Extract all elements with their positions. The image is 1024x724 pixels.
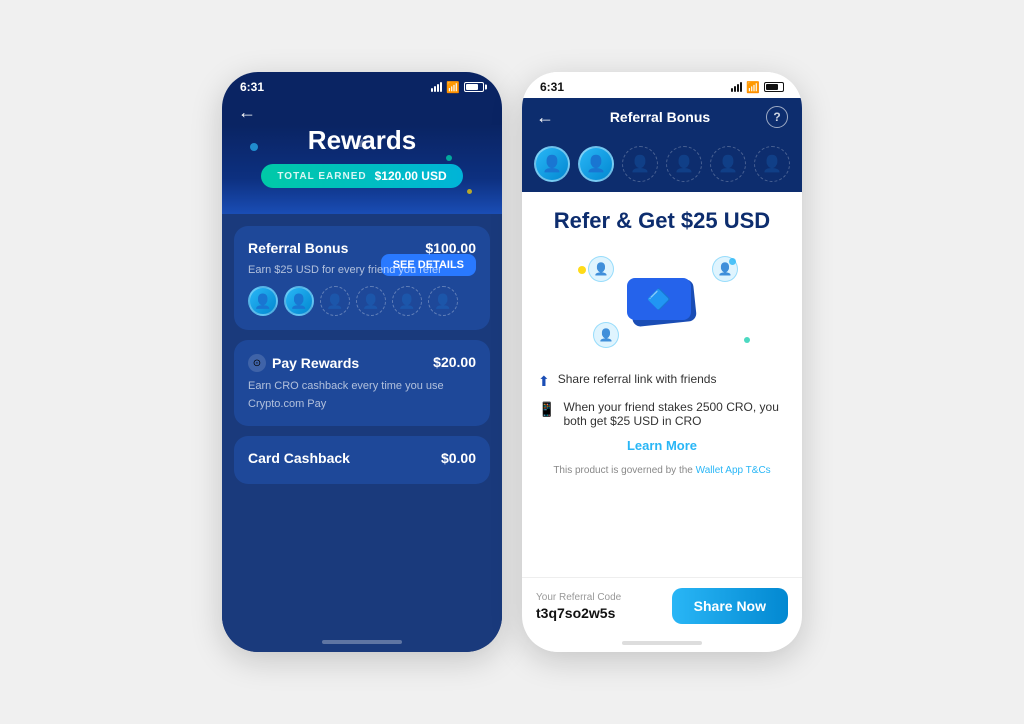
refer-title: Refer & Get $25 USD <box>538 208 786 234</box>
cashback-card-title: Card Cashback <box>248 450 350 466</box>
right-back-button[interactable]: ← <box>536 107 554 128</box>
pay-card-header: ⊙ Pay Rewards $20.00 <box>248 354 476 372</box>
share-link-icon: ⬆ <box>538 373 550 390</box>
left-phone: 6:31 📶 ← <box>222 72 502 652</box>
right-status-time: 6:31 <box>540 80 564 94</box>
left-status-bar: 6:31 📶 <box>222 72 502 98</box>
right-content: Refer & Get $25 USD 👤 👤 👤 🔷 <box>522 192 802 577</box>
info-item-stake-text: When your friend stakes 2500 CRO, you bo… <box>563 400 786 428</box>
card-front: 🔷 <box>627 278 691 320</box>
strip-avatar-active: 👤 <box>578 146 614 182</box>
strip-avatar-inactive: 👤 <box>666 146 702 182</box>
referral-code-section: Your Referral Code t3q7so2w5s <box>536 592 621 621</box>
left-status-time: 6:31 <box>240 80 264 94</box>
right-status-icons: 📶 <box>731 81 784 94</box>
share-now-button[interactable]: Share Now <box>672 588 788 624</box>
right-nav-title: Referral Bonus <box>610 109 710 125</box>
avatar-active: 👤 <box>248 286 278 316</box>
referral-card-desc: Earn $25 USD for every friend you refer <box>248 264 442 276</box>
decorative-triangle <box>356 139 368 147</box>
right-wifi-icon: 📶 <box>746 81 760 94</box>
total-earned-value: $120.00 USD <box>375 169 447 183</box>
right-bottom-bar: Your Referral Code t3q7so2w5s Share Now <box>522 577 802 634</box>
right-home-bar <box>622 641 702 645</box>
referral-card-amount: $100.00 <box>425 240 476 256</box>
float-user-icon: 👤 <box>593 322 619 348</box>
avatar-inactive: 👤 <box>320 286 350 316</box>
strip-avatar-inactive: 👤 <box>754 146 790 182</box>
screenshot-container: 6:31 📶 ← <box>0 0 1024 724</box>
referral-code-label: Your Referral Code <box>536 592 621 603</box>
rewards-cards: Referral Bonus $100.00 Earn $25 USD for … <box>222 214 502 632</box>
right-signal-icon <box>731 82 742 92</box>
pay-icon: ⊙ <box>248 354 266 372</box>
card-stack: 🔷 <box>627 278 697 328</box>
terms-text: This product is governed by the Wallet A… <box>538 465 786 476</box>
card-cashback-card[interactable]: Card Cashback $0.00 <box>234 436 490 484</box>
wifi-icon: 📶 <box>446 81 460 94</box>
signal-icon <box>431 82 442 92</box>
right-status-bar: 6:31 📶 <box>522 72 802 98</box>
pay-card-desc: Earn CRO cashback every time you use Cry… <box>248 380 444 410</box>
left-status-icons: 📶 <box>431 81 484 94</box>
strip-avatar-active: 👤 <box>534 146 570 182</box>
decorative-dot <box>467 189 472 194</box>
left-home-indicator <box>222 632 502 652</box>
avatar-inactive: 👤 <box>428 286 458 316</box>
pay-rewards-title: ⊙ Pay Rewards <box>248 354 359 372</box>
cashback-card-header: Card Cashback $0.00 <box>248 450 476 466</box>
strip-avatar-inactive: 👤 <box>622 146 658 182</box>
float-dot-yellow <box>578 266 586 274</box>
referral-card-header: Referral Bonus $100.00 <box>248 240 476 256</box>
right-avatar-strip: 👤 👤 👤 👤 👤 👤 <box>522 136 802 192</box>
strip-avatar-inactive: 👤 <box>710 146 746 182</box>
stake-icon: 📱 <box>538 401 555 418</box>
info-item-share-text: Share referral link with friends <box>558 372 717 386</box>
left-back-button[interactable]: ← <box>222 98 502 125</box>
card-front-icon: 🔷 <box>647 287 672 312</box>
pay-rewards-card[interactable]: ⊙ Pay Rewards $20.00 Earn CRO cashback e… <box>234 340 490 426</box>
avatar-inactive: 👤 <box>356 286 386 316</box>
pay-card-amount: $20.00 <box>433 354 476 370</box>
referral-card-title: Referral Bonus <box>248 240 348 256</box>
right-nav: ← Referral Bonus ? <box>522 98 802 136</box>
left-home-bar <box>322 640 402 644</box>
learn-more-link[interactable]: Learn More <box>538 438 786 453</box>
referral-avatar-row: 👤 👤 👤 👤 👤 👤 <box>248 286 476 316</box>
info-item-share: ⬆ Share referral link with friends <box>538 372 786 390</box>
float-user-icon: 👤 <box>712 256 738 282</box>
help-button[interactable]: ? <box>766 106 788 128</box>
avatar-active: 👤 <box>284 286 314 316</box>
float-dot-teal <box>744 337 750 343</box>
referral-code: t3q7so2w5s <box>536 605 621 621</box>
terms-link[interactable]: Wallet App T&Cs <box>696 465 771 476</box>
pay-card-title: Pay Rewards <box>272 355 359 371</box>
total-earned-label: TOTAL EARNED <box>277 171 366 182</box>
decorative-dot <box>250 143 258 151</box>
cashback-card-amount: $0.00 <box>441 450 476 466</box>
rewards-header: Rewards TOTAL EARNED $120.00 USD <box>222 125 502 214</box>
total-earned-badge: TOTAL EARNED $120.00 USD <box>261 164 462 188</box>
referral-bonus-card[interactable]: Referral Bonus $100.00 Earn $25 USD for … <box>234 226 490 330</box>
battery-icon <box>464 82 484 92</box>
right-battery-icon <box>764 82 784 92</box>
right-home-indicator <box>522 634 802 652</box>
info-list: ⬆ Share referral link with friends 📱 Whe… <box>538 372 786 428</box>
referral-illustration: 👤 👤 👤 🔷 <box>538 248 786 358</box>
info-item-stake: 📱 When your friend stakes 2500 CRO, you … <box>538 400 786 428</box>
right-phone: 6:31 📶 ← Referral Bonus ? 👤 <box>522 72 802 652</box>
decorative-dot <box>446 155 452 161</box>
float-user-icon: 👤 <box>588 256 614 282</box>
avatar-inactive: 👤 <box>392 286 422 316</box>
